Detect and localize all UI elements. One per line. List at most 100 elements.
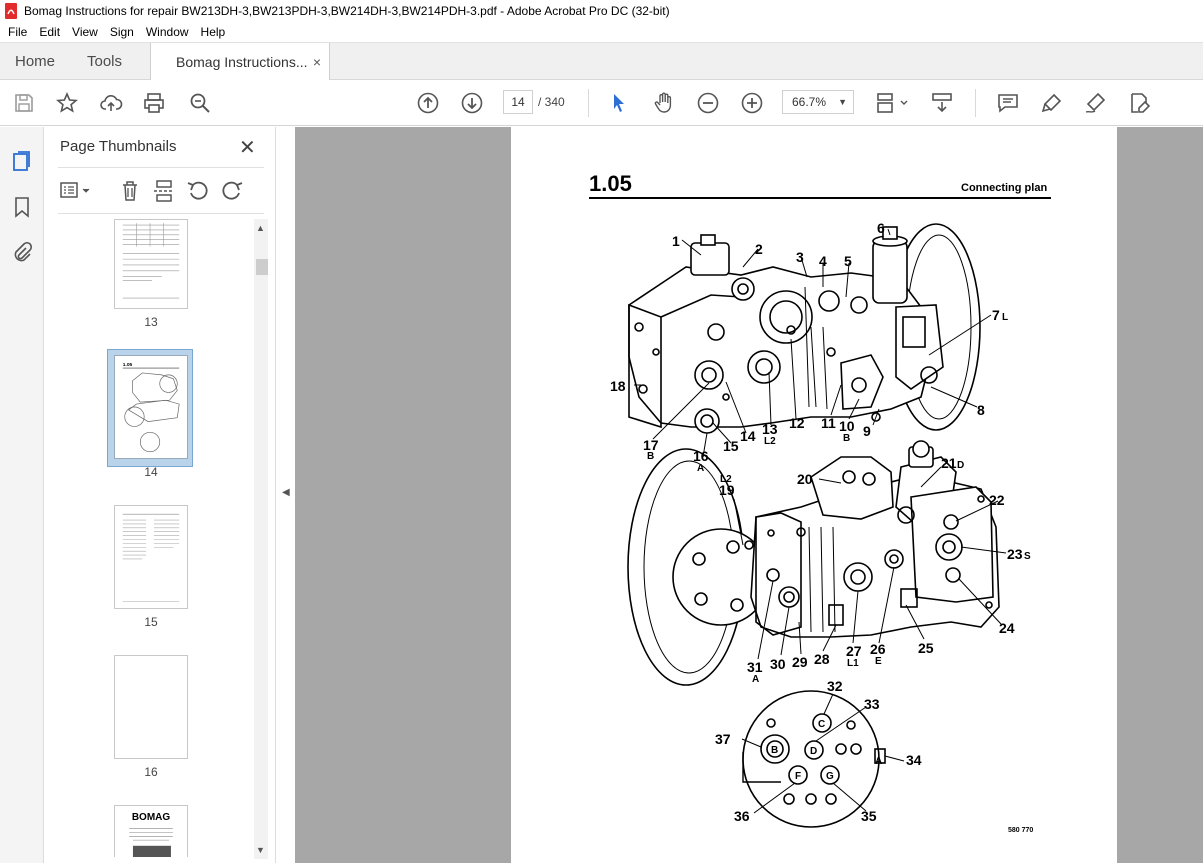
print-icon[interactable] — [142, 91, 166, 115]
callout-30: 30 — [770, 656, 786, 672]
rotate-cw-icon[interactable] — [218, 177, 246, 205]
callout-27: 27 — [846, 643, 862, 659]
callout-13-suffix: L2 — [764, 436, 776, 447]
extract-page-icon[interactable] — [150, 177, 178, 205]
callout-1: 1 — [672, 233, 680, 249]
port-label-b: B — [771, 745, 778, 756]
callout-33: 33 — [864, 696, 880, 712]
menu-sign[interactable]: Sign — [104, 25, 140, 39]
upload-cloud-icon[interactable] — [99, 91, 123, 115]
callout-15: 15 — [723, 438, 739, 454]
delete-page-icon[interactable] — [116, 177, 144, 205]
zoom-search-icon[interactable] — [188, 91, 212, 115]
zoom-in-icon[interactable] — [740, 91, 764, 115]
page-thumbnail[interactable] — [114, 219, 188, 309]
menu-edit[interactable]: Edit — [33, 25, 66, 39]
comment-icon[interactable] — [996, 91, 1020, 115]
sign-pen-icon[interactable] — [1083, 91, 1107, 115]
page-thumbnail[interactable] — [114, 655, 188, 759]
tab-home[interactable]: Home — [15, 43, 55, 80]
attachment-icon[interactable] — [10, 241, 34, 265]
menu-view[interactable]: View — [66, 25, 104, 39]
thumbnail-scrollbar[interactable]: ▲ ▼ — [254, 219, 268, 859]
thumbnail-options-icon[interactable] — [58, 177, 94, 205]
zoom-out-icon[interactable] — [696, 91, 720, 115]
save-icon[interactable] — [12, 91, 36, 115]
callout-10: 10 — [839, 418, 855, 434]
page-thumbnail-preview: 1.05 — [123, 362, 180, 453]
collapse-left-icon[interactable]: ◀ — [282, 487, 290, 498]
highlight-pen-icon[interactable] — [1040, 91, 1064, 115]
fit-page-icon[interactable] — [875, 91, 911, 115]
callout-21: 21 — [941, 455, 957, 471]
callout-26: 26 — [870, 641, 886, 657]
thumbnail-list: 13 1.05 14 15 16 BOMAG — [44, 217, 254, 857]
callout-4: 4 — [819, 253, 827, 269]
port-label-f: F — [795, 771, 801, 782]
callout-3: 3 — [796, 249, 804, 265]
edit-pdf-icon[interactable] — [1127, 91, 1151, 115]
page-thumbnails-icon[interactable] — [10, 149, 34, 173]
tab-tools[interactable]: Tools — [87, 43, 122, 80]
panel-collapse-handle[interactable]: ◀ — [276, 127, 295, 863]
thumbnail-label: 16 — [144, 765, 158, 779]
tab-close-icon[interactable]: × — [313, 54, 321, 70]
tab-document[interactable]: Bomag Instructions... × — [150, 43, 330, 81]
page-thumbnail-preview — [122, 513, 180, 603]
page-thumbnail[interactable] — [114, 505, 188, 609]
callout-9: 9 — [863, 423, 871, 439]
scrollbar-thumb[interactable] — [256, 259, 268, 275]
toolbar-divider — [588, 89, 589, 117]
page-up-icon[interactable] — [416, 91, 440, 115]
callout-18: 18 — [610, 378, 626, 394]
menu-help[interactable]: Help — [195, 25, 232, 39]
callout-25: 25 — [918, 640, 934, 656]
callout-36: 36 — [734, 808, 750, 824]
callout-31-suffix: A — [752, 674, 759, 685]
upper-pump-illustration — [628, 223, 981, 434]
hand-icon[interactable] — [652, 91, 676, 115]
brand-logo: BOMAG — [131, 812, 171, 823]
callout-8: 8 — [977, 402, 985, 418]
port-label-a: A — [875, 756, 882, 767]
rotate-ccw-icon[interactable] — [184, 177, 212, 205]
menu-window[interactable]: Window — [140, 25, 195, 39]
callout-31: 31 — [747, 659, 763, 675]
left-rail — [0, 127, 44, 863]
star-icon[interactable] — [55, 91, 79, 115]
callout-2: 2 — [755, 241, 763, 257]
page-thumbnail-preview — [129, 828, 173, 857]
divider — [58, 213, 264, 214]
menu-file[interactable]: File — [2, 25, 33, 39]
callout-35: 35 — [861, 808, 877, 824]
page-thumbnail[interactable]: BOMAG — [114, 805, 188, 857]
document-viewport: 1.05 Connecting plan 1 2 3 4 5 6 7 L 8 9… — [295, 127, 1203, 863]
page-down-icon[interactable] — [460, 91, 484, 115]
bookmark-icon[interactable] — [10, 195, 34, 219]
callout-7: 7 — [992, 307, 1000, 323]
select-arrow-icon[interactable] — [607, 91, 631, 115]
acrobat-pdf-icon — [5, 3, 17, 19]
callout-21-suffix: D — [957, 460, 964, 471]
main-toolbar: 14 / 340 66.7% ▼ — [0, 80, 1203, 126]
tab-document-label: Bomag Instructions... — [176, 54, 308, 70]
tab-bar: Home Tools Bomag Instructions... × — [0, 42, 1203, 81]
divider — [58, 167, 264, 168]
scroll-mode-icon[interactable] — [930, 91, 954, 115]
title-bar: Bomag Instructions for repair BW213DH-3,… — [0, 0, 1203, 22]
scroll-down-icon[interactable]: ▼ — [256, 845, 265, 855]
zoom-level-value: 66.7% — [792, 95, 827, 109]
thumbnail-label: 15 — [144, 615, 158, 629]
page-number-input[interactable]: 14 — [503, 90, 533, 114]
zoom-level-select[interactable]: 66.7% ▼ — [782, 90, 854, 114]
scroll-up-icon[interactable]: ▲ — [256, 223, 265, 233]
callout-5: 5 — [844, 253, 852, 269]
page-thumbnail[interactable]: 1.05 — [114, 355, 188, 459]
callout-22: 22 — [989, 492, 1005, 508]
callout-28: 28 — [814, 651, 830, 667]
panel-close-icon[interactable]: ✕ — [239, 135, 256, 160]
callout-29: 29 — [792, 654, 808, 670]
callout-37: 37 — [715, 731, 731, 747]
callout-12: 12 — [789, 415, 805, 431]
callout-10-suffix: B — [843, 433, 850, 444]
